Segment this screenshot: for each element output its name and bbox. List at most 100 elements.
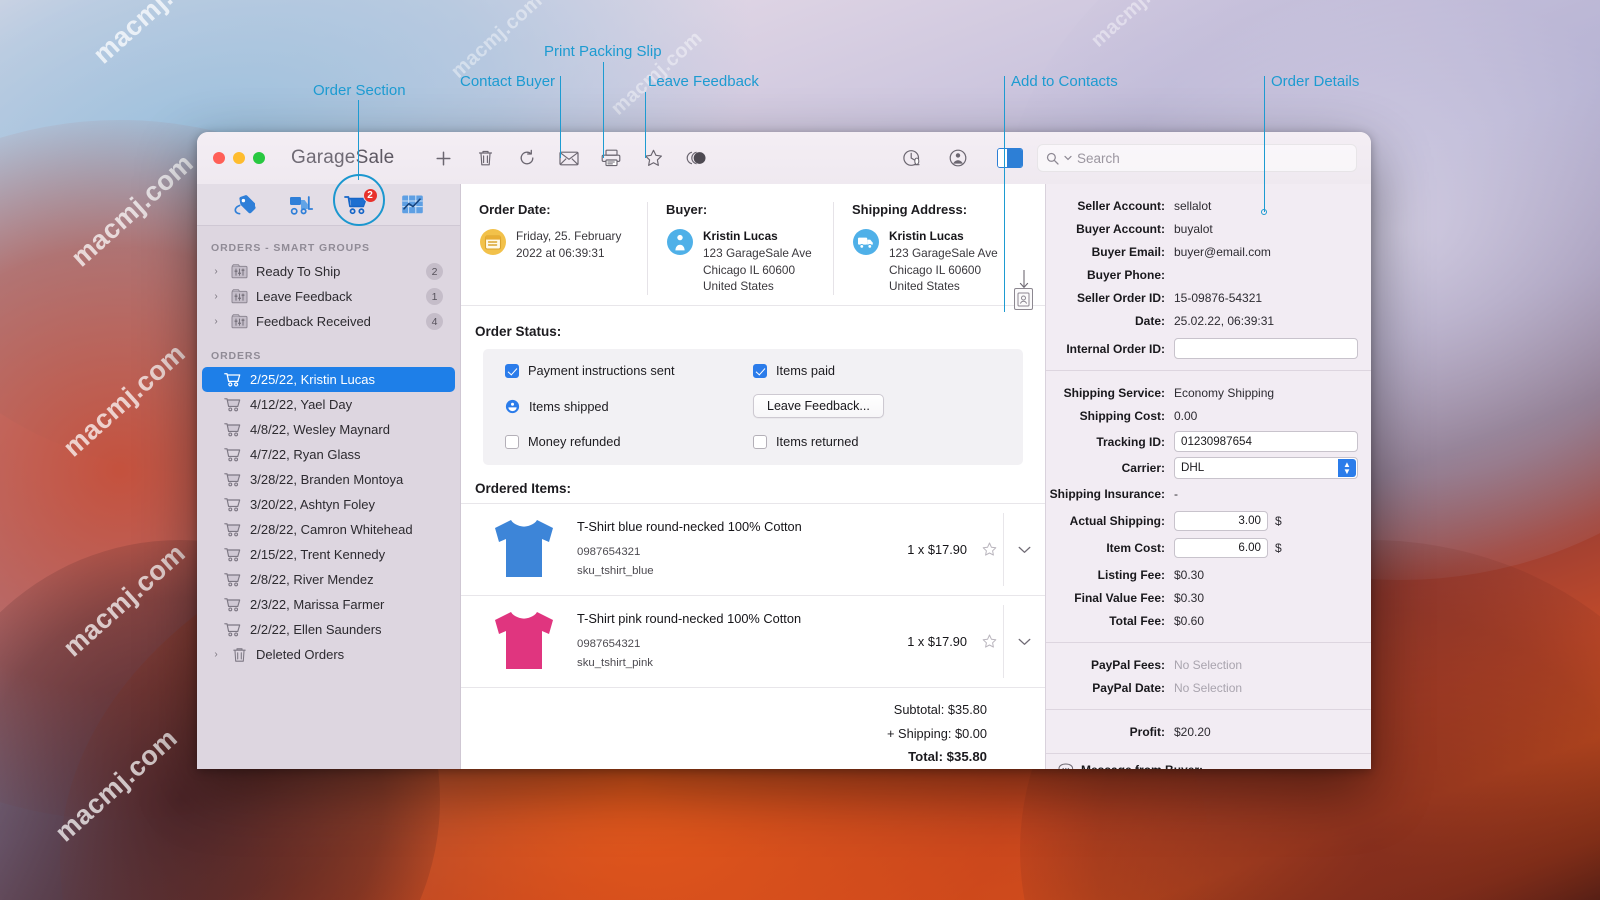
listing-fee-row: Listing Fee: $0.30	[1046, 563, 1359, 586]
shipping-cost-row: Shipping Cost: 0.00	[1046, 404, 1359, 427]
sidebar-item-label: Leave Feedback	[256, 289, 353, 304]
add-button[interactable]	[422, 143, 464, 173]
checkbox-icon[interactable]	[753, 363, 767, 378]
printer-icon	[602, 149, 621, 167]
profit-value: $20.20	[1174, 724, 1211, 739]
shipping-address-title: Shipping Address:	[852, 202, 968, 217]
checkbox-items-returned[interactable]: Items returned	[753, 434, 1001, 449]
close-button[interactable]	[213, 152, 225, 164]
carrier-select[interactable]: DHL ▲ ▼	[1174, 456, 1358, 479]
contact-buyer-button[interactable]	[548, 143, 590, 173]
ordered-items-title: Ordered Items:	[475, 481, 572, 496]
cart-icon	[222, 597, 244, 612]
checkbox-icon[interactable]	[505, 363, 519, 378]
cart-icon	[222, 422, 244, 437]
appearance-button[interactable]	[674, 143, 716, 173]
order-date-text: Friday, 25. February 2022 at 06:39:31	[516, 228, 621, 262]
tab-listings[interactable]	[230, 192, 260, 218]
checkbox-icon[interactable]	[753, 434, 767, 449]
cart-icon	[222, 372, 244, 387]
annotation-label-order-details: Order Details	[1271, 73, 1360, 90]
tab-analytics[interactable]	[398, 192, 428, 218]
listing-fee-value: $0.30	[1174, 567, 1205, 582]
sidebar-item-feedback-received[interactable]: › Feedback Received 4	[202, 309, 455, 334]
calendar-icon	[479, 228, 507, 256]
delete-button[interactable]	[464, 143, 506, 173]
sidebar-item-count: 4	[426, 313, 443, 330]
cart-icon	[222, 572, 244, 587]
buyer-city: Chicago IL 60600	[703, 262, 796, 277]
maximize-button[interactable]	[253, 152, 265, 164]
order-list-item[interactable]: 2/15/22, Trent Kennedy	[202, 542, 455, 567]
garagesale-window[interactable]: GarageSale Search 2 ORDERS - SMART GROUP…	[197, 132, 1371, 769]
shipping-truck-icon	[852, 228, 880, 256]
add-to-contacts-button[interactable]	[937, 143, 979, 173]
item-feedback-star-icon[interactable]	[975, 634, 1003, 649]
message-from-buyer-header: Message from Buyer:	[1046, 754, 1371, 769]
order-list-item[interactable]: 3/20/22, Ashtyn Foley	[202, 492, 455, 517]
history-button[interactable]	[891, 143, 933, 173]
cart-icon	[222, 622, 244, 637]
refresh-button[interactable]	[506, 143, 548, 173]
order-list-item-label: 2/3/22, Marissa Farmer	[250, 597, 385, 612]
disclosure-icon[interactable]: ›	[210, 291, 222, 302]
toggle-right-pane	[1007, 149, 1022, 167]
watermark: macmj.com	[57, 537, 192, 663]
checkbox-items-paid[interactable]: Items paid	[753, 363, 1001, 378]
internal-order-id-input[interactable]	[1174, 338, 1358, 359]
item-expand-chevron-icon[interactable]	[1003, 605, 1045, 678]
buyer-email-value: buyer@email.com	[1174, 244, 1271, 259]
leave-feedback-button[interactable]	[632, 143, 674, 173]
add-to-contacts-target-icon[interactable]	[1014, 288, 1033, 310]
minimize-button[interactable]	[233, 152, 245, 164]
checkbox-icon[interactable]	[505, 434, 519, 449]
actual-shipping-input[interactable]: 3.00	[1174, 510, 1268, 531]
order-list-item[interactable]: 2/28/22, Camron Whitehead	[202, 517, 455, 542]
order-list-item[interactable]: 4/12/22, Yael Day	[202, 392, 455, 417]
print-packing-slip-button[interactable]	[590, 143, 632, 173]
item-feedback-star-icon[interactable]	[975, 542, 1003, 557]
chevron-up-down-icon[interactable]: ▲ ▼	[1338, 458, 1356, 477]
order-list-item-selected[interactable]: 2/25/22, Kristin Lucas	[202, 367, 455, 392]
order-list-item-label: 3/28/22, Branden Montoya	[250, 472, 404, 487]
ordered-item-row[interactable]: T-Shirt blue round-necked 100% Cotton 09…	[461, 503, 1045, 595]
checkbox-payment-instructions-sent[interactable]: Payment instructions sent	[505, 363, 753, 378]
sidebar-item-deleted-orders[interactable]: › Deleted Orders	[202, 642, 455, 667]
tab-shipping[interactable]	[286, 192, 316, 218]
item-cost-input[interactable]: 6.00	[1174, 537, 1268, 558]
smart-group-icon	[228, 264, 250, 279]
order-list-item[interactable]: 4/7/22, Ryan Glass	[202, 442, 455, 467]
order-list-item[interactable]: 3/28/22, Branden Montoya	[202, 467, 455, 492]
trash-icon	[228, 647, 250, 663]
buyer-country: United States	[703, 279, 774, 294]
tab-orders[interactable]: 2	[342, 187, 378, 218]
buyer-name: Kristin Lucas	[703, 229, 778, 243]
ordered-item-row[interactable]: T-Shirt pink round-necked 100% Cotton 09…	[461, 595, 1045, 687]
tracking-id-input[interactable]: 01230987654	[1174, 431, 1358, 452]
sidebar-scroll[interactable]: ORDERS - SMART GROUPS › Ready To Ship 2 …	[197, 226, 460, 769]
order-list-item[interactable]: 2/8/22, River Mendez	[202, 567, 455, 592]
leave-feedback-button[interactable]: Leave Feedback...	[753, 394, 884, 418]
checkbox-items-shipped[interactable]: Items shipped	[505, 394, 753, 418]
checkbox-money-refunded[interactable]: Money refunded	[505, 434, 753, 449]
sidebar-item-ready-to-ship[interactable]: › Ready To Ship 2	[202, 259, 455, 284]
order-list-item[interactable]: 4/8/22, Wesley Maynard	[202, 417, 455, 442]
search-field[interactable]: Search	[1037, 144, 1357, 172]
order-list-item[interactable]: 2/3/22, Marissa Farmer	[202, 592, 455, 617]
disclosure-icon[interactable]: ›	[210, 266, 222, 277]
item-expand-chevron-icon[interactable]	[1003, 513, 1045, 586]
disclosure-icon[interactable]: ›	[210, 649, 222, 660]
app-title: GarageSale	[291, 147, 394, 169]
window-controls[interactable]	[213, 152, 265, 164]
smart-group-icon	[228, 289, 250, 304]
order-list-item[interactable]: 2/2/22, Ellen Saunders	[202, 617, 455, 642]
order-details-toggle-button[interactable]	[997, 148, 1023, 168]
shipping-name: Kristin Lucas	[889, 229, 964, 243]
carrier-row: Carrier: DHL ▲ ▼	[1046, 456, 1359, 479]
plus-icon	[436, 150, 451, 166]
app-title-part2: Sale	[355, 147, 395, 168]
item-price: 1 x $17.90	[907, 634, 967, 649]
disclosure-icon[interactable]: ›	[210, 316, 222, 327]
sidebar-item-leave-feedback[interactable]: › Leave Feedback 1	[202, 284, 455, 309]
shipped-indicator-icon[interactable]	[505, 399, 520, 414]
